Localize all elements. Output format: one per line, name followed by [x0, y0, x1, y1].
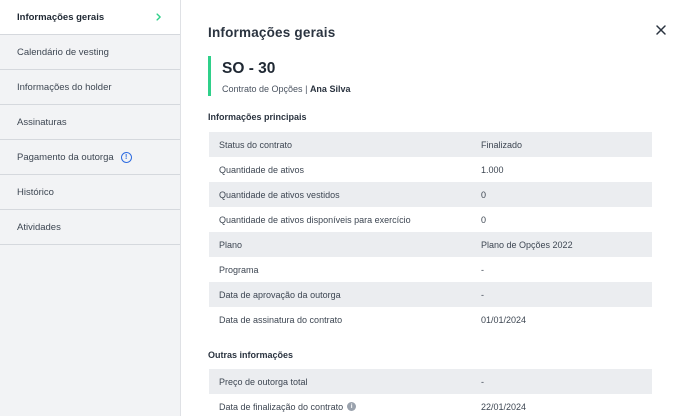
table-row: Preço de outorga total -: [209, 369, 652, 394]
sidebar-item-pagamento-da-outorga[interactable]: Pagamento da outorga !: [0, 140, 180, 175]
sidebar-item-label: Histórico: [17, 186, 54, 198]
info-alert-icon: !: [120, 151, 132, 163]
row-value: -: [481, 289, 484, 300]
row-value: Finalizado: [481, 139, 523, 150]
row-value: 01/01/2024: [481, 314, 527, 325]
info-hint-icon[interactable]: i: [347, 402, 357, 411]
row-label: Programa: [219, 264, 259, 275]
row-label: Quantidade de ativos vestidos: [219, 189, 340, 200]
page-title: Informações gerais: [208, 25, 336, 40]
table-row: Quantidade de ativos 1.000: [209, 157, 652, 182]
section-title-outras: Outras informações: [208, 350, 294, 360]
contract-id: SO - 30: [222, 60, 276, 77]
section-title-principais: Informações principais: [208, 112, 307, 122]
sidebar-item-label: Informações gerais: [17, 11, 105, 23]
sidebar-item-calendario-de-vesting[interactable]: Calendário de vesting: [0, 35, 180, 70]
table-row: Status do contrato Finalizado: [209, 132, 652, 157]
row-label: Quantidade de ativos: [219, 164, 305, 175]
contract-type: Contrato de Opções: [222, 84, 303, 94]
sidebar-item-label: Pagamento da outorga: [17, 151, 114, 163]
sidebar-item-historico[interactable]: Histórico: [0, 175, 180, 210]
principais-table: Status do contrato Finalizado Quantidade…: [209, 132, 652, 332]
table-row: Data de aprovação da outorga -: [209, 282, 652, 307]
contract-header: SO - 30 Contrato de Opções | Ana Silva: [208, 56, 350, 96]
sidebar-item-informacoes-do-holder[interactable]: Informações do holder: [0, 70, 180, 105]
main-panel: Informações gerais SO - 30 Contrato de O…: [181, 0, 673, 416]
contract-separator: |: [305, 84, 308, 94]
row-label: Data de aprovação da outorga: [219, 289, 341, 300]
sidebar-item-assinaturas[interactable]: Assinaturas: [0, 105, 180, 140]
row-value: 1.000: [481, 164, 504, 175]
row-value: -: [481, 264, 484, 275]
chevron-right-icon: [156, 13, 161, 21]
row-value: 0: [481, 214, 487, 225]
row-label: Data de assinatura do contrato: [219, 314, 343, 325]
close-icon[interactable]: [655, 24, 667, 36]
contract-holder: Ana Silva: [309, 84, 351, 94]
sidebar: Informações gerais Calendário de vesting…: [0, 0, 181, 416]
table-row: Data de finalização do contrato i 22/01/…: [209, 394, 652, 416]
row-label: Data de finalização do contrato: [219, 401, 344, 412]
row-label: Preço de outorga total: [219, 376, 308, 387]
table-row: Data de assinatura do contrato 01/01/202…: [209, 307, 652, 332]
table-row: Plano Plano de Opções 2022: [209, 232, 652, 257]
table-row: Quantidade de ativos disponíveis para ex…: [209, 207, 652, 232]
row-value: 0: [481, 189, 487, 200]
table-row: Programa -: [209, 257, 652, 282]
contract-subtitle: Contrato de Opções | Ana Silva: [222, 84, 350, 94]
row-value: -: [481, 376, 484, 387]
row-label: Quantidade de ativos disponíveis para ex…: [219, 214, 411, 225]
outras-table: Preço de outorga total - Data de finaliz…: [209, 369, 652, 416]
sidebar-item-informacoes-gerais[interactable]: Informações gerais: [0, 0, 180, 35]
sidebar-item-atividades[interactable]: Atividades: [0, 210, 180, 245]
row-label-with-hint: Data de finalização do contrato i: [209, 402, 481, 412]
table-row: Quantidade de ativos vestidos 0: [209, 182, 652, 207]
sidebar-item-label: Informações do holder: [17, 81, 112, 93]
row-value: 22/01/2024: [481, 401, 527, 412]
sidebar-item-label: Atividades: [17, 221, 61, 233]
sidebar-item-label: Assinaturas: [17, 116, 67, 128]
sidebar-item-label: Calendário de vesting: [17, 46, 109, 58]
row-label: Status do contrato: [219, 139, 293, 150]
row-label: Plano: [219, 239, 243, 250]
row-value: Plano de Opções 2022: [481, 239, 573, 250]
